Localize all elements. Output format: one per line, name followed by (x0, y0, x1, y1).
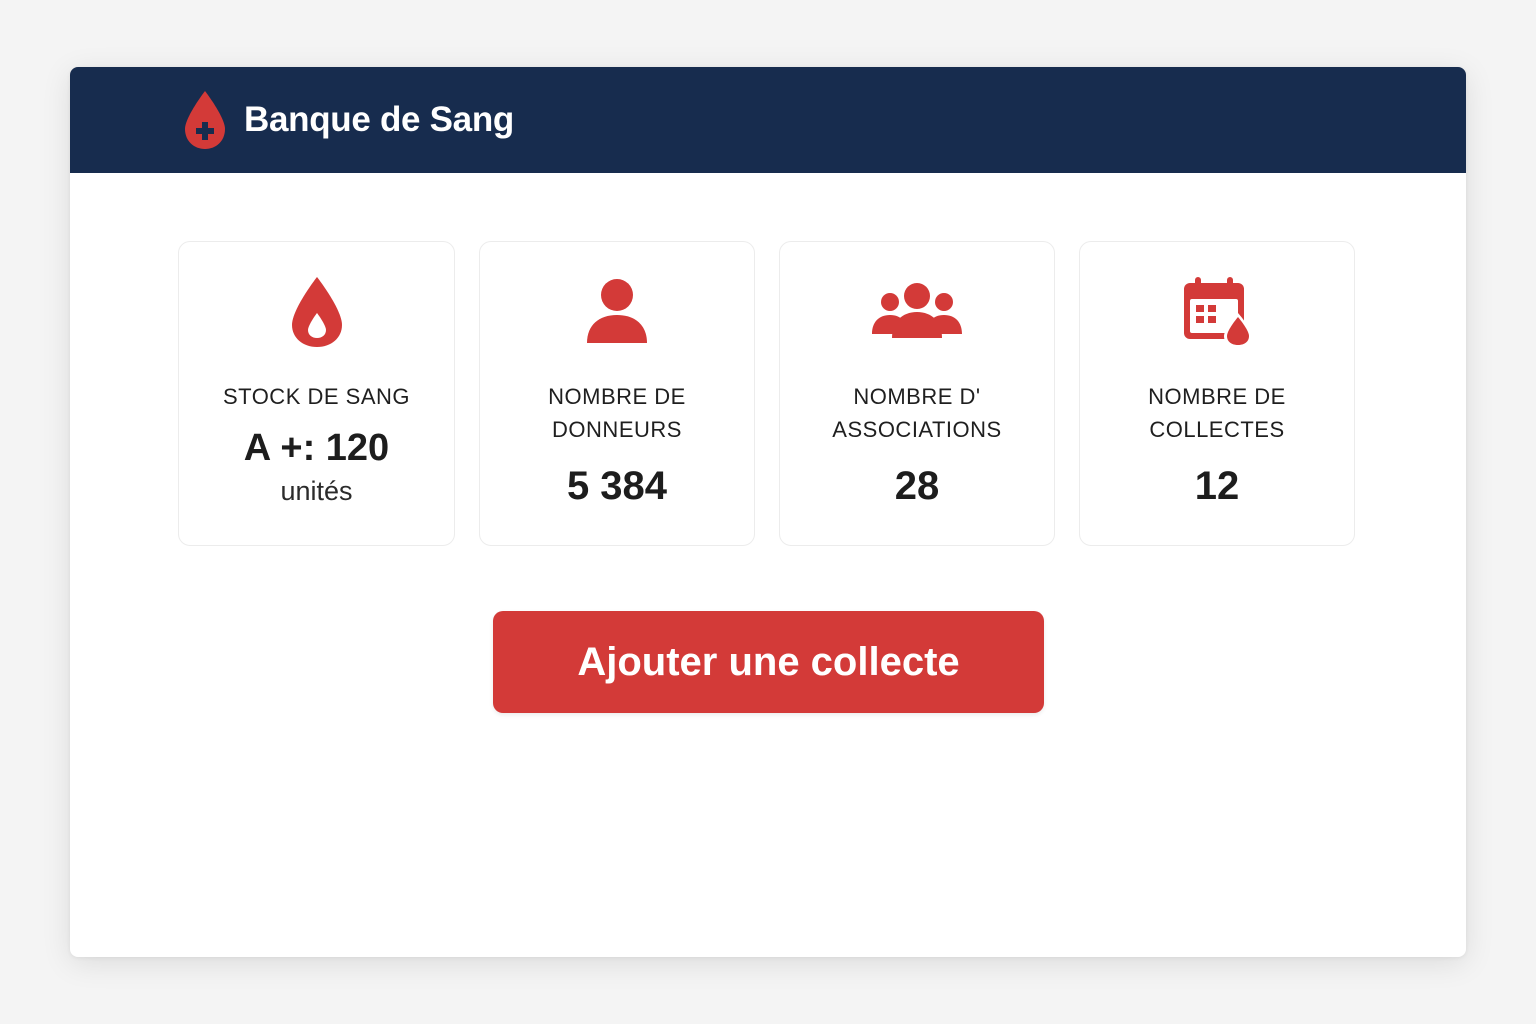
stat-label: NOMBRE D' ASSOCIATIONS (832, 384, 1002, 442)
stats-cards: STOCK DE SANG A +: 120 unités NOMBRE DE … (178, 241, 1355, 546)
stat-card-donors: NOMBRE DE DONNEURS 5 384 (479, 241, 755, 546)
calendar-drop-icon (1172, 272, 1262, 352)
group-icon (872, 272, 962, 352)
stat-label: NOMBRE DE DONNEURS (548, 384, 686, 442)
blood-drop-icon (272, 272, 362, 352)
blood-drop-plus-icon (185, 91, 225, 149)
add-collection-button[interactable]: Ajouter une collecte (493, 611, 1044, 713)
stat-card-collections: NOMBRE DE COLLECTES 12 (1079, 241, 1355, 546)
stat-unit: unités (280, 476, 353, 506)
stat-card-blood-stock: STOCK DE SANG A +: 120 unités (178, 241, 455, 546)
stat-card-associations: NOMBRE D' ASSOCIATIONS 28 (779, 241, 1055, 546)
app-header: Banque de Sang (70, 67, 1466, 173)
app-title: Banque de Sang (244, 100, 515, 139)
user-icon (572, 272, 662, 352)
stat-label: NOMBRE DE COLLECTES (1148, 384, 1286, 442)
stat-label: STOCK DE SANG (222, 384, 411, 409)
app-window: Banque de Sang STOCK DE SANG A +: 120 un… (70, 67, 1466, 957)
stat-value: A +: 120 (243, 427, 390, 469)
stat-value: 12 (1194, 464, 1240, 508)
stat-value: 28 (894, 464, 940, 508)
stat-value: 5 384 (566, 464, 668, 508)
